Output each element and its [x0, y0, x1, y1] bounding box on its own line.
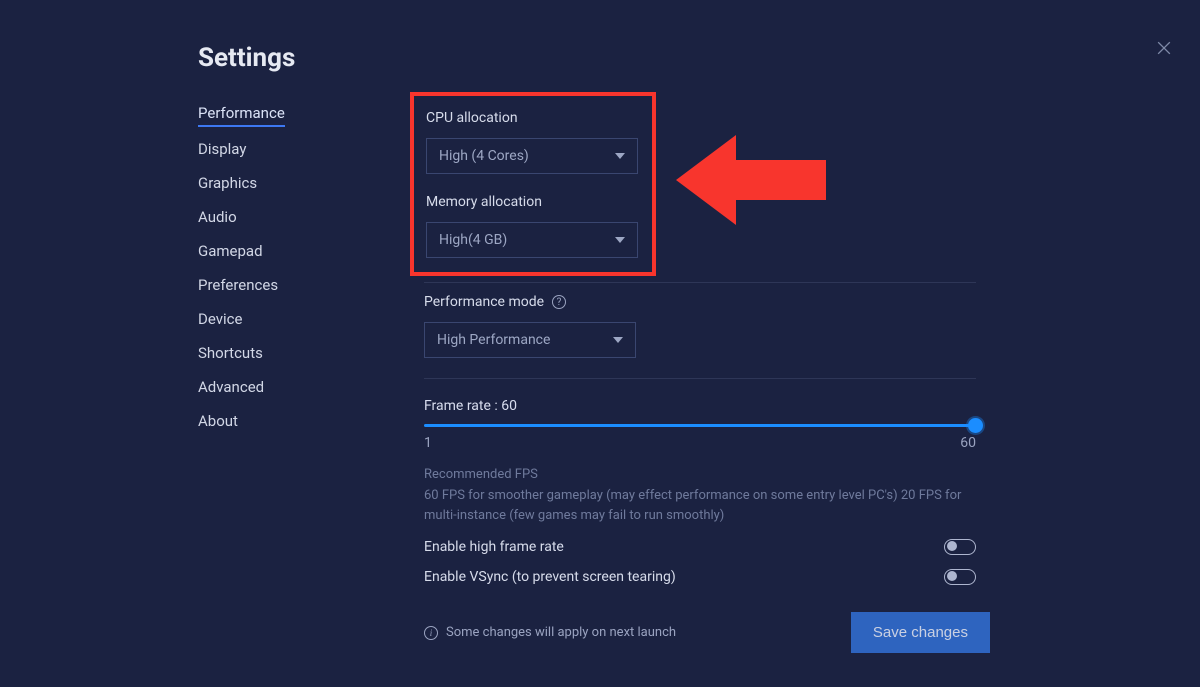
- toggle-knob: [947, 541, 957, 551]
- sidebar-item-audio[interactable]: Audio: [198, 208, 237, 229]
- sidebar-item-advanced[interactable]: Advanced: [198, 378, 264, 399]
- footer-note: i Some changes will apply on next launch: [424, 625, 676, 640]
- annotation-highlight-box: CPU allocation High (4 Cores) Memory all…: [410, 92, 656, 276]
- slider-max: 60: [960, 435, 976, 451]
- toggle-knob: [947, 571, 957, 581]
- close-button[interactable]: [1154, 38, 1174, 58]
- sidebar-item-device[interactable]: Device: [198, 310, 242, 331]
- cpu-allocation-select[interactable]: High (4 Cores): [426, 138, 638, 174]
- sidebar-item-about[interactable]: About: [198, 412, 238, 433]
- footer: i Some changes will apply on next launch…: [424, 612, 990, 653]
- chevron-down-icon: [615, 153, 625, 159]
- enable-high-frame-rate-toggle[interactable]: [944, 539, 976, 555]
- frame-rate-label: Frame rate : 60: [424, 398, 976, 414]
- save-changes-button[interactable]: Save changes: [851, 612, 990, 653]
- memory-allocation-field: Memory allocation High(4 GB): [426, 194, 640, 258]
- slider-thumb[interactable]: [968, 418, 983, 433]
- slider-range-labels: 1 60: [424, 435, 976, 451]
- recommended-fps: Recommended FPS 60 FPS for smoother game…: [424, 467, 976, 525]
- sidebar-item-preferences[interactable]: Preferences: [198, 276, 278, 297]
- slider-min: 1: [424, 435, 432, 451]
- sidebar-item-display[interactable]: Display: [198, 140, 246, 161]
- annotation-arrow-icon: [676, 125, 836, 235]
- performance-mode-label-text: Performance mode: [424, 294, 544, 310]
- performance-mode-value: High Performance: [437, 332, 550, 348]
- cpu-allocation-label: CPU allocation: [426, 110, 640, 126]
- settings-sidebar: Performance Display Graphics Audio Gamep…: [198, 104, 368, 433]
- info-icon: i: [424, 626, 438, 640]
- sidebar-item-graphics[interactable]: Graphics: [198, 174, 257, 195]
- memory-allocation-label: Memory allocation: [426, 194, 640, 210]
- enable-vsync-label: Enable VSync (to prevent screen tearing): [424, 569, 676, 585]
- enable-high-frame-rate-row: Enable high frame rate: [424, 539, 976, 555]
- help-icon[interactable]: ?: [552, 295, 566, 309]
- memory-allocation-select[interactable]: High(4 GB): [426, 222, 638, 258]
- sidebar-item-performance[interactable]: Performance: [198, 104, 285, 127]
- memory-allocation-value: High(4 GB): [439, 232, 507, 248]
- divider: [424, 282, 976, 283]
- frame-rate-slider[interactable]: [424, 424, 976, 427]
- sidebar-item-shortcuts[interactable]: Shortcuts: [198, 344, 263, 365]
- enable-high-frame-rate-label: Enable high frame rate: [424, 539, 564, 555]
- recommended-fps-title: Recommended FPS: [424, 467, 976, 482]
- chevron-down-icon: [615, 237, 625, 243]
- enable-vsync-row: Enable VSync (to prevent screen tearing): [424, 569, 976, 585]
- enable-vsync-toggle[interactable]: [944, 569, 976, 585]
- recommended-fps-body: 60 FPS for smoother gameplay (may effect…: [424, 486, 976, 525]
- page-title: Settings: [198, 43, 295, 73]
- frame-rate-section: Frame rate : 60 1 60 Recommended FPS 60 …: [424, 398, 976, 585]
- cpu-allocation-value: High (4 Cores): [439, 148, 529, 164]
- performance-mode-select[interactable]: High Performance: [424, 322, 636, 358]
- sidebar-item-gamepad[interactable]: Gamepad: [198, 242, 263, 263]
- performance-mode-field: Performance mode ? High Performance: [424, 294, 636, 358]
- divider: [424, 378, 976, 379]
- footer-note-text: Some changes will apply on next launch: [446, 625, 676, 640]
- performance-mode-label: Performance mode ?: [424, 294, 636, 310]
- chevron-down-icon: [613, 337, 623, 343]
- cpu-allocation-field: CPU allocation High (4 Cores): [426, 110, 640, 174]
